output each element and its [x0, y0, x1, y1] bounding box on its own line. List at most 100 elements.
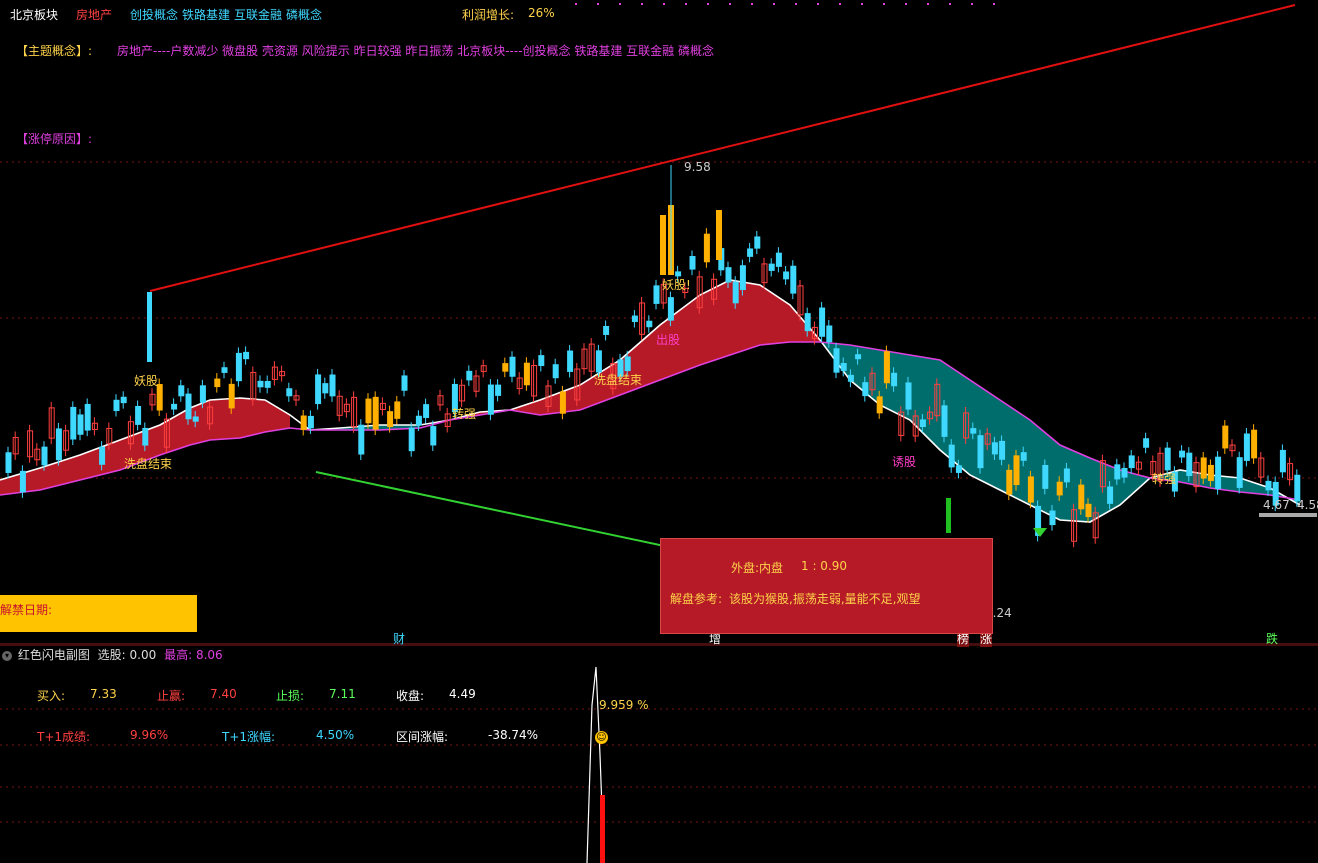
candle-body: [804, 313, 811, 332]
candle-body: [667, 297, 674, 321]
candle-body: [739, 265, 746, 291]
select-value: 0.00: [129, 648, 157, 662]
header-dot: [817, 3, 819, 5]
candle-body: [1243, 433, 1250, 461]
candle-body: [833, 348, 840, 373]
header-dot: [795, 3, 797, 5]
buy-value: 7.33: [90, 687, 117, 701]
candle-body: [12, 436, 19, 455]
candle-body: [919, 419, 926, 428]
candle-body: [70, 406, 77, 440]
header-dot: [751, 3, 753, 5]
candle-body: [646, 320, 653, 328]
right-price-label-1: 4.67: [1263, 498, 1290, 512]
candle-body: [1042, 464, 1049, 489]
range-gain-value: -38.74%: [488, 728, 539, 742]
candle-body: [876, 396, 883, 414]
candle-body: [99, 446, 106, 465]
annotation-shakeout-end-1: 洗盘结束: [124, 457, 173, 471]
header-dot: [883, 3, 885, 5]
close-value: 4.49: [449, 687, 476, 701]
candle-body: [653, 285, 660, 304]
candle-body: [1164, 447, 1171, 471]
peak-percent-label: 9.959 %: [599, 698, 649, 712]
candle-body: [415, 415, 422, 426]
candle-body: [783, 271, 790, 280]
candle-body: [1279, 449, 1286, 473]
candle-body: [1049, 510, 1056, 526]
select-label: 选股:: [97, 648, 126, 662]
candle-body: [567, 350, 574, 372]
candle-body: [1179, 450, 1186, 458]
ratio-label: 外盘:内盘: [731, 561, 784, 575]
candle-body: [509, 356, 516, 377]
candle-body: [315, 374, 322, 405]
candle-body: [77, 414, 84, 435]
header-dot: [575, 3, 577, 5]
candle-body: [466, 370, 473, 381]
order-flow-info-box: 外盘:内盘 1 : 0.90 解盘参考: 该股为猴股,振荡走弱,量能不足,观望: [660, 538, 993, 634]
sub-indicator-header: ▾ 红色闪电副图 选股: 0.00 最高: 8.06: [2, 646, 223, 662]
candle-body: [235, 352, 242, 382]
green-candle: [946, 498, 951, 533]
candle-body: [1085, 503, 1092, 518]
candle-body: [300, 415, 307, 430]
sub-indicator-title: 红色闪电副图: [17, 648, 90, 662]
candle-body: [538, 355, 545, 367]
candle-body: [1236, 457, 1243, 488]
candle-body: [408, 427, 415, 452]
candle-body: [41, 446, 48, 466]
candlestick-chart[interactable]: [0, 0, 1318, 645]
candle-body: [775, 252, 782, 267]
annotation-shakeout-end-2: 洗盘结束: [594, 373, 643, 387]
candle-body: [243, 351, 250, 360]
candle-body: [495, 384, 502, 396]
candle-body: [941, 405, 948, 437]
candle-body: [358, 424, 365, 455]
unlock-date-label: 解禁日期:: [0, 603, 53, 617]
header-dot: [685, 3, 687, 5]
price-bar: [1259, 513, 1317, 517]
unlock-date-box: 解禁日期:: [0, 595, 197, 632]
candle-body: [970, 428, 977, 434]
candle-body: [430, 426, 437, 446]
candle-body: [1251, 429, 1258, 459]
collapse-icon[interactable]: ▾: [2, 650, 12, 661]
candle-body: [199, 385, 206, 403]
spike-candle: [147, 292, 152, 362]
max-label: 最高:: [164, 648, 193, 662]
candle-body: [372, 396, 379, 430]
candle-body: [819, 307, 826, 337]
candle-body: [135, 406, 142, 425]
candle-body: [754, 236, 761, 249]
candle-body: [329, 374, 336, 397]
header-dot: [641, 3, 643, 5]
band-red-2: [450, 280, 820, 420]
candle-body: [1143, 438, 1150, 448]
candle-body: [847, 374, 854, 382]
candle-body: [228, 383, 235, 409]
header-dot: [707, 3, 709, 5]
max-value: 8.06: [195, 648, 223, 662]
candle-body: [387, 411, 394, 428]
sub-bar: [600, 795, 605, 863]
candle-body: [1294, 474, 1301, 502]
candle-body: [703, 233, 710, 263]
candle-body: [502, 363, 509, 372]
candle-body: [142, 427, 149, 446]
annotation-demon-stock-2: 妖股!: [662, 278, 691, 292]
candle-body: [948, 444, 955, 468]
sub-indicator-chart[interactable]: [0, 645, 1318, 863]
header-dot: [905, 3, 907, 5]
candle-body: [725, 267, 732, 283]
annotation-turn-strong-1: 转强: [452, 407, 477, 421]
candle-body: [1006, 469, 1013, 495]
stop-loss-label: 止损:: [276, 689, 305, 703]
close-label: 收盘:: [396, 689, 425, 703]
header-dot: [993, 3, 995, 5]
peak-candle: [716, 210, 722, 260]
candle-body: [257, 380, 264, 388]
header-dot: [619, 3, 621, 5]
candle-body: [178, 385, 185, 397]
ratio-value: 1 : 0.90: [801, 559, 848, 573]
